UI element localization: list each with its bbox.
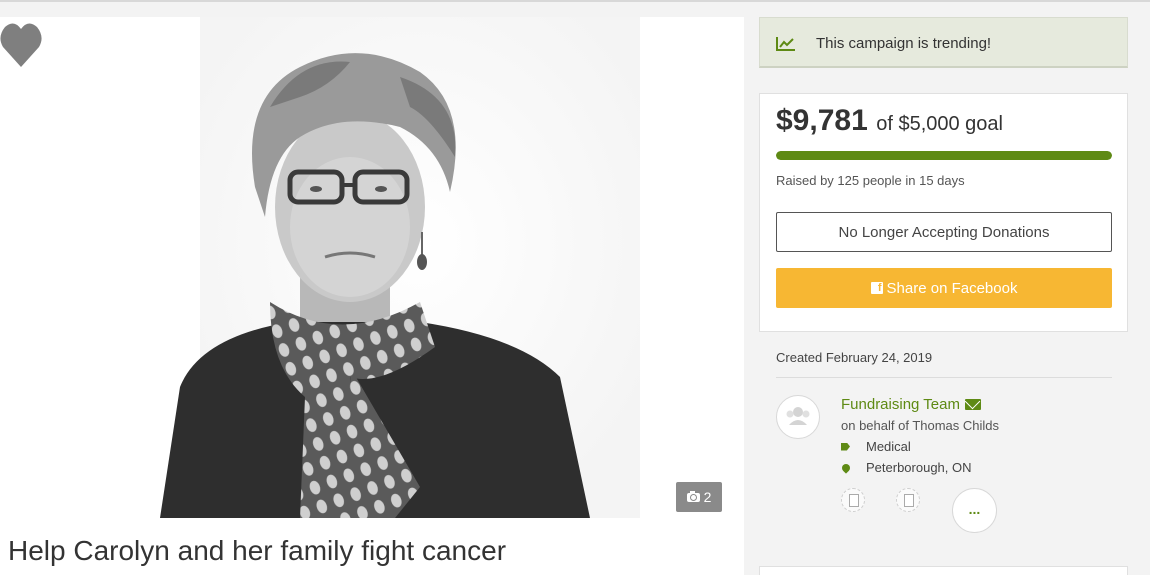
organizer-name-text[interactable]: Fundraising Team xyxy=(841,396,960,413)
goal-text: of $5,000 goal xyxy=(876,113,1003,135)
organizer-name[interactable]: Fundraising Team xyxy=(841,396,981,413)
chart-line-icon xyxy=(776,37,795,51)
facebook-icon: f xyxy=(870,282,883,294)
divider xyxy=(776,377,1112,378)
portrait-photo xyxy=(0,17,744,518)
next-card xyxy=(759,566,1128,575)
more-donors-button[interactable]: ... xyxy=(952,488,997,533)
campaign-main: 131 2 Help Carolyn and her family fight … xyxy=(0,17,744,575)
envelope-icon[interactable] xyxy=(964,399,981,410)
raised-by-text: Raised by 125 people in 15 days xyxy=(776,173,965,188)
users-icon xyxy=(786,407,810,425)
amount-row: $9,781 of $5,000 goal xyxy=(776,104,1003,138)
like-count: 131 xyxy=(694,44,716,59)
trending-text: This campaign is trending! xyxy=(816,35,992,52)
share-facebook-label: Share on Facebook xyxy=(886,279,1018,297)
category-row: Medical xyxy=(841,439,911,454)
location-text: Peterborough, ON xyxy=(866,460,972,475)
progress-fill xyxy=(776,151,1112,160)
created-date: Created February 24, 2019 xyxy=(776,350,933,365)
donations-closed-button[interactable]: No Longer Accepting Donations xyxy=(776,212,1112,252)
heart-icon[interactable] xyxy=(0,17,42,69)
top-border xyxy=(0,0,1150,2)
photo-count-badge[interactable]: 2 xyxy=(676,482,722,512)
organizer-avatar[interactable] xyxy=(776,395,820,439)
camera-icon xyxy=(686,490,700,502)
map-marker-icon xyxy=(840,461,852,474)
share-facebook-button[interactable]: f Share on Facebook xyxy=(776,268,1112,308)
campaign-hero-image[interactable]: 131 2 xyxy=(0,17,744,518)
tag-icon xyxy=(841,442,850,451)
on-behalf-text: on behalf of Thomas Childs xyxy=(841,418,1000,433)
photo-count: 2 xyxy=(703,489,712,505)
location-row: Peterborough, ON xyxy=(840,460,972,475)
donor-avatar[interactable] xyxy=(896,488,920,512)
donation-card: $9,781 of $5,000 goal Raised by 125 peop… xyxy=(759,93,1128,332)
progress-bar xyxy=(776,151,1112,160)
category-text: Medical xyxy=(866,439,911,454)
raised-amount: $9,781 xyxy=(776,104,868,137)
trending-banner: This campaign is trending! xyxy=(759,17,1128,68)
donor-avatar[interactable] xyxy=(841,488,865,512)
campaign-title: Help Carolyn and her family fight cancer xyxy=(8,535,507,566)
